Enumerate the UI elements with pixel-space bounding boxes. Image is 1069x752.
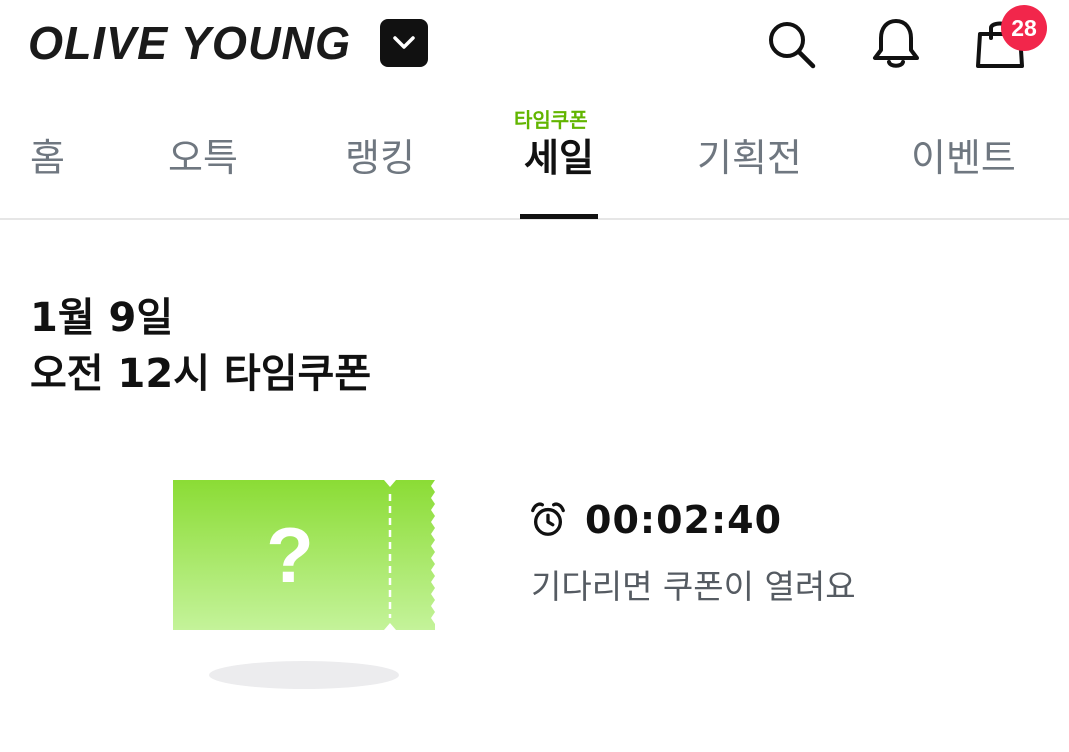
cart-count-badge: 28 [1001, 5, 1047, 51]
search-icon [769, 22, 816, 69]
active-tab-indicator [520, 214, 598, 219]
tab-label: 홈 [30, 136, 65, 180]
coupon-title: 1월 9일 오전 12시 타임쿠폰 [30, 290, 371, 402]
tab-planning[interactable]: 기획전 [697, 132, 802, 220]
ticket-question-mark: ? [266, 511, 314, 599]
time-coupon-tag: 타임쿠폰 [514, 108, 588, 132]
tab-sale[interactable]: 세일 [520, 132, 598, 220]
tab-ranking[interactable]: 랭킹 [345, 132, 415, 220]
search-button[interactable] [763, 14, 819, 74]
coupon-ticket[interactable]: ? [173, 480, 437, 630]
brand-dropdown-button[interactable] [380, 19, 428, 67]
alarm-clock-icon [531, 502, 565, 536]
tab-label: 랭킹 [345, 136, 415, 180]
tab-label: 세일 [524, 136, 594, 180]
tab-label: 오특 [168, 136, 238, 180]
tab-today-special[interactable]: 오특 [168, 132, 238, 220]
bell-icon [873, 19, 919, 68]
tab-event[interactable]: 이벤트 [911, 132, 1016, 220]
countdown-caption: 기다리면 쿠폰이 열려요 [531, 567, 856, 606]
brand-logo[interactable]: OLIVE YOUNG [28, 16, 351, 70]
notifications-button[interactable] [868, 14, 924, 74]
tab-home[interactable]: 홈 [30, 132, 65, 220]
ticket-shadow [209, 661, 399, 689]
main-tab-bar: 타임쿠폰 홈 오특 랭킹 세일 기획전 이벤트 [0, 90, 1069, 220]
coupon-date: 1월 9일 [30, 295, 174, 341]
countdown-row: 00:02:40 [529, 496, 782, 544]
tab-label: 이벤트 [911, 136, 1016, 180]
coupon-time-label: 오전 12시 타임쿠폰 [30, 351, 372, 397]
page: OLIVE YOUNG 28 타임쿠폰 홈 오특 랭킹 세일 기획전 이벤트 1… [0, 0, 1069, 752]
tab-label: 기획전 [697, 136, 802, 180]
app-header: OLIVE YOUNG 28 [0, 0, 1069, 90]
countdown-timer: 00:02:40 [585, 498, 783, 542]
chevron-down-icon [393, 36, 415, 49]
